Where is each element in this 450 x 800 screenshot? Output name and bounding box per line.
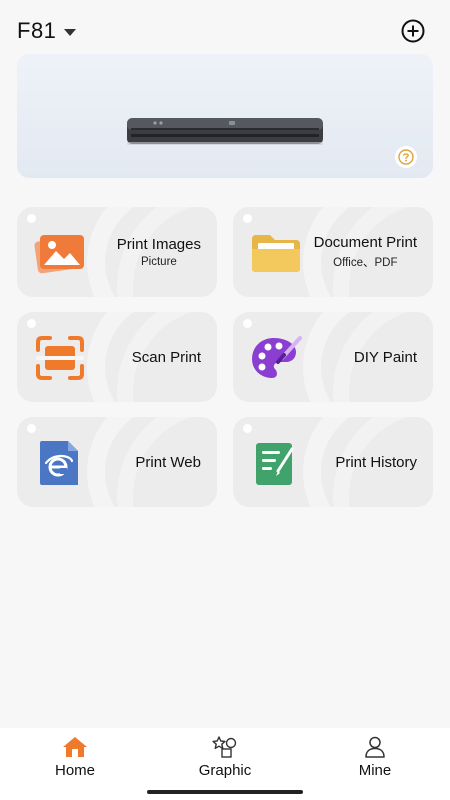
card-title: Print Web xyxy=(135,453,201,471)
nav-label: Mine xyxy=(358,762,392,779)
print-web-card[interactable]: Print Web xyxy=(17,417,217,507)
printer-image xyxy=(127,118,323,145)
nav-graphic[interactable]: Graphic xyxy=(175,736,275,779)
scan-print-card[interactable]: Scan Print xyxy=(17,312,217,402)
nav-label: Home xyxy=(54,762,95,779)
help-button[interactable] xyxy=(395,146,417,168)
history-icon xyxy=(256,443,294,485)
browser-icon xyxy=(40,441,78,485)
person-icon xyxy=(365,736,385,758)
nav-home[interactable]: Home xyxy=(25,736,125,779)
folder-icon xyxy=(252,235,300,272)
scan-icon xyxy=(36,336,84,380)
print-history-card[interactable]: Print History xyxy=(233,417,433,507)
image-icon xyxy=(34,235,84,274)
nav-label: Graphic xyxy=(198,762,252,779)
card-subtitle: Office、PDF xyxy=(333,257,398,269)
device-selector[interactable]: F81 xyxy=(17,18,77,44)
palette-icon xyxy=(252,336,302,378)
card-subtitle: Picture xyxy=(141,256,177,268)
print-images-card[interactable]: Print Images Picture xyxy=(17,207,217,297)
diy-paint-card[interactable]: DIY Paint xyxy=(233,312,433,402)
bottom-nav: Home Graphic Mine xyxy=(0,728,450,800)
plus-circle-icon xyxy=(401,19,425,43)
card-title: DIY Paint xyxy=(353,348,417,366)
document-print-card[interactable]: Document Print Office、PDF xyxy=(233,207,433,297)
card-title: Scan Print xyxy=(131,348,201,366)
card-title: Print History xyxy=(335,453,417,471)
device-name: F81 xyxy=(17,18,57,43)
question-circle-icon xyxy=(398,149,414,165)
printer-banner[interactable] xyxy=(17,54,433,178)
shapes-icon xyxy=(212,736,237,758)
chevron-down-icon xyxy=(64,28,77,36)
home-indicator[interactable] xyxy=(147,790,303,794)
add-device-button[interactable] xyxy=(401,19,425,43)
card-title: Document Print xyxy=(313,234,417,251)
home-icon xyxy=(63,737,87,757)
nav-mine[interactable]: Mine xyxy=(325,736,425,779)
card-title: Print Images xyxy=(116,236,201,253)
top-bar: F81 xyxy=(0,0,450,54)
